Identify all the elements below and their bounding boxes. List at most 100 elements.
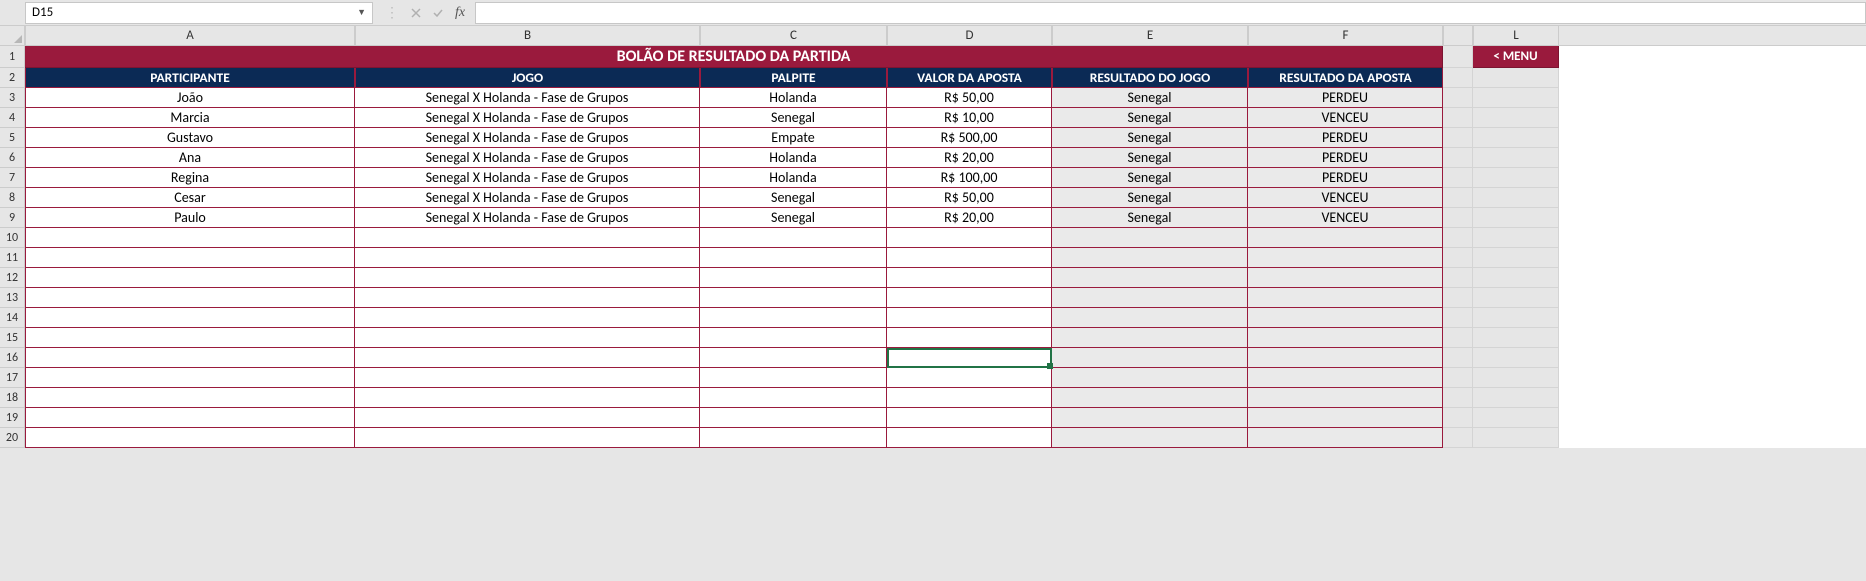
- cell[interactable]: [1473, 208, 1559, 228]
- cell-participante[interactable]: [25, 248, 355, 268]
- cell-resultado_aposta[interactable]: [1248, 348, 1443, 368]
- cell-participante[interactable]: Marcia: [25, 108, 355, 128]
- cell-participante[interactable]: [25, 328, 355, 348]
- cell[interactable]: [1473, 168, 1559, 188]
- cell-resultado_jogo[interactable]: [1052, 428, 1248, 448]
- cell[interactable]: [1473, 308, 1559, 328]
- cell-palpite[interactable]: Empate: [700, 128, 887, 148]
- cell-valor[interactable]: [887, 228, 1052, 248]
- cell-jogo[interactable]: Senegal X Holanda - Fase de Grupos: [355, 128, 700, 148]
- menu-button[interactable]: < MENU: [1473, 46, 1559, 68]
- row-header-15[interactable]: 15: [0, 328, 25, 348]
- cell-participante[interactable]: [25, 408, 355, 428]
- cell-jogo[interactable]: [355, 368, 700, 388]
- cell-palpite[interactable]: Senegal: [700, 208, 887, 228]
- cell-palpite[interactable]: [700, 308, 887, 328]
- cell-jogo[interactable]: [355, 388, 700, 408]
- cell-jogo[interactable]: [355, 268, 700, 288]
- cell[interactable]: [1473, 128, 1559, 148]
- col-header-B[interactable]: B: [355, 26, 700, 45]
- cell-valor[interactable]: [887, 408, 1052, 428]
- cell-resultado_jogo[interactable]: Senegal: [1052, 188, 1248, 208]
- cell-resultado_aposta[interactable]: [1248, 308, 1443, 328]
- cell-resultado_aposta[interactable]: VENCEU: [1248, 188, 1443, 208]
- cell-participante[interactable]: [25, 368, 355, 388]
- cell-participante[interactable]: Ana: [25, 148, 355, 168]
- cell[interactable]: [1473, 368, 1559, 388]
- cell-resultado_jogo[interactable]: [1052, 368, 1248, 388]
- cell-valor[interactable]: [887, 288, 1052, 308]
- cell-palpite[interactable]: Senegal: [700, 108, 887, 128]
- cell-jogo[interactable]: Senegal X Holanda - Fase de Grupos: [355, 88, 700, 108]
- cell-participante[interactable]: Regina: [25, 168, 355, 188]
- cell-resultado_jogo[interactable]: Senegal: [1052, 108, 1248, 128]
- cell-resultado_aposta[interactable]: [1248, 408, 1443, 428]
- cell-valor[interactable]: [887, 388, 1052, 408]
- cell-valor[interactable]: R$ 50,00: [887, 88, 1052, 108]
- cell[interactable]: [1473, 328, 1559, 348]
- cell-resultado_jogo[interactable]: [1052, 408, 1248, 428]
- cell-palpite[interactable]: [700, 388, 887, 408]
- col-header-A[interactable]: A: [25, 26, 355, 45]
- cell-participante[interactable]: [25, 428, 355, 448]
- select-all-button[interactable]: [0, 26, 25, 45]
- cell[interactable]: [1473, 428, 1559, 448]
- cell-jogo[interactable]: [355, 348, 700, 368]
- row-header-20[interactable]: 20: [0, 428, 25, 448]
- cell-resultado_jogo[interactable]: [1052, 288, 1248, 308]
- cancel-icon[interactable]: [405, 2, 427, 24]
- row-header-11[interactable]: 11: [0, 248, 25, 268]
- cell[interactable]: [1473, 248, 1559, 268]
- cell-palpite[interactable]: Holanda: [700, 88, 887, 108]
- grid[interactable]: BOLÃO DE RESULTADO DA PARTIDA < MENU PAR…: [25, 46, 1866, 448]
- chevron-down-icon[interactable]: ▼: [357, 7, 366, 18]
- cell[interactable]: [1473, 68, 1559, 88]
- cell-valor[interactable]: [887, 308, 1052, 328]
- cell-palpite[interactable]: [700, 268, 887, 288]
- row-header-18[interactable]: 18: [0, 388, 25, 408]
- cell-participante[interactable]: Paulo: [25, 208, 355, 228]
- cell-palpite[interactable]: [700, 228, 887, 248]
- cell-valor[interactable]: R$ 10,00: [887, 108, 1052, 128]
- cell-resultado_aposta[interactable]: PERDEU: [1248, 88, 1443, 108]
- cell-jogo[interactable]: [355, 428, 700, 448]
- row-header-13[interactable]: 13: [0, 288, 25, 308]
- cell-jogo[interactable]: Senegal X Holanda - Fase de Grupos: [355, 148, 700, 168]
- row-header-5[interactable]: 5: [0, 128, 25, 148]
- cell-jogo[interactable]: Senegal X Holanda - Fase de Grupos: [355, 208, 700, 228]
- cell[interactable]: [1473, 288, 1559, 308]
- cell-valor[interactable]: [887, 248, 1052, 268]
- cell-palpite[interactable]: Holanda: [700, 148, 887, 168]
- cell[interactable]: [1473, 388, 1559, 408]
- cell-resultado_jogo[interactable]: [1052, 388, 1248, 408]
- col-header-F[interactable]: F: [1248, 26, 1443, 45]
- cell-valor[interactable]: [887, 268, 1052, 288]
- cell-resultado_jogo[interactable]: [1052, 348, 1248, 368]
- cell[interactable]: [1473, 228, 1559, 248]
- cell-palpite[interactable]: [700, 328, 887, 348]
- cell-valor[interactable]: R$ 500,00: [887, 128, 1052, 148]
- row-header-9[interactable]: 9: [0, 208, 25, 228]
- cell-valor[interactable]: R$ 20,00: [887, 208, 1052, 228]
- cell-palpite[interactable]: [700, 348, 887, 368]
- cell[interactable]: [1473, 348, 1559, 368]
- row-header-17[interactable]: 17: [0, 368, 25, 388]
- cell-jogo[interactable]: [355, 288, 700, 308]
- cell-resultado_aposta[interactable]: [1248, 248, 1443, 268]
- cell-valor[interactable]: [887, 348, 1052, 368]
- cell-valor[interactable]: R$ 20,00: [887, 148, 1052, 168]
- cell-jogo[interactable]: Senegal X Holanda - Fase de Grupos: [355, 168, 700, 188]
- cell-participante[interactable]: [25, 288, 355, 308]
- cell[interactable]: [1473, 188, 1559, 208]
- cell-resultado_aposta[interactable]: [1248, 288, 1443, 308]
- cell-palpite[interactable]: [700, 408, 887, 428]
- cell-participante[interactable]: [25, 308, 355, 328]
- col-header-D[interactable]: D: [887, 26, 1052, 45]
- cell[interactable]: [1473, 88, 1559, 108]
- cell-resultado_aposta[interactable]: VENCEU: [1248, 208, 1443, 228]
- cell-valor[interactable]: [887, 328, 1052, 348]
- cell-resultado_jogo[interactable]: Senegal: [1052, 148, 1248, 168]
- row-header-3[interactable]: 3: [0, 88, 25, 108]
- row-header-10[interactable]: 10: [0, 228, 25, 248]
- col-header-C[interactable]: C: [700, 26, 887, 45]
